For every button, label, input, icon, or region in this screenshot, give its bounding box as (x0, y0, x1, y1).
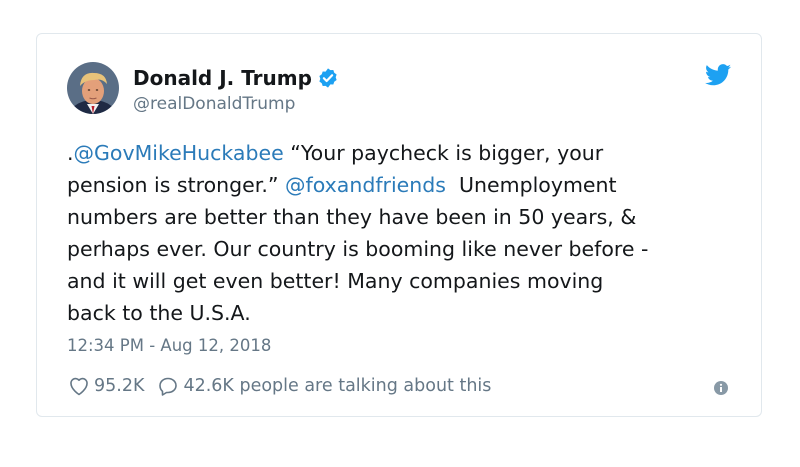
tweet-timestamp[interactable]: 12:34 PM - Aug 12, 2018 (67, 336, 271, 355)
like-count[interactable]: 95.2K (94, 376, 144, 396)
tweet-line: numbers are better than they have been i… (67, 201, 747, 233)
heart-icon[interactable] (67, 374, 91, 398)
verified-badge-icon (319, 68, 337, 88)
tweet-text-segment: numbers are better than they have been i… (67, 205, 637, 229)
tweet-card: Donald J. Trump @realDonaldTrump .@GovMi… (36, 33, 762, 417)
tweet-line: perhaps ever. Our country is booming lik… (67, 233, 747, 265)
tweet-text-segment: and it will get even better! Many compan… (67, 269, 604, 293)
tweet-line: and it will get even better! Many compan… (67, 265, 747, 297)
tweet-line: back to the U.S.A. (67, 297, 747, 329)
talking-about-text[interactable]: 42.6K people are talking about this (183, 376, 491, 396)
profile-photo-icon (67, 62, 119, 114)
tweet-text-segment: Unemployment (445, 173, 617, 197)
tweet-text-segment: pension is stronger.” (67, 173, 285, 197)
tweet-text-segment: “Your paycheck is bigger, your (283, 141, 604, 165)
tweet-body: .@GovMikeHuckabee “Your paycheck is bigg… (67, 137, 747, 329)
engagement-bar: 95.2K 42.6K people are talking about thi… (67, 374, 491, 398)
tweet-text-segment: perhaps ever. Our country is booming lik… (67, 237, 649, 261)
tweet-line: pension is stronger.” @foxandfriends Une… (67, 169, 747, 201)
user-name-row: Donald J. Trump (133, 64, 339, 92)
user-handle[interactable]: @realDonaldTrump (133, 94, 295, 114)
tweet-text-segment: back to the U.S.A. (67, 301, 251, 325)
avatar[interactable] (67, 62, 119, 114)
twitter-bird-icon[interactable] (705, 64, 731, 86)
mention-link[interactable]: @GovMikeHuckabee (74, 141, 284, 165)
speech-bubble-icon[interactable] (156, 374, 180, 398)
mention-link[interactable]: @foxandfriends (285, 173, 446, 197)
tweet-line: .@GovMikeHuckabee “Your paycheck is bigg… (67, 137, 747, 169)
user-display-name[interactable]: Donald J. Trump (133, 66, 312, 90)
reply-group[interactable]: 42.6K people are talking about this (156, 374, 491, 398)
info-icon[interactable] (713, 380, 729, 396)
